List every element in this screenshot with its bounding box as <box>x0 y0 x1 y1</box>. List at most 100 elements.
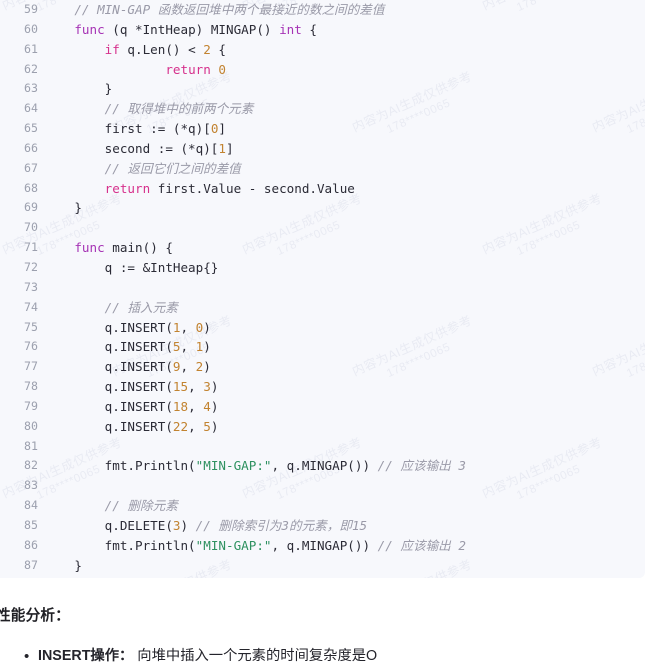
code-token-num: 15 <box>172 379 189 395</box>
code-token-num: 22 <box>172 418 189 434</box>
code-token-plain: () { <box>142 240 173 256</box>
code-token-ret: return <box>165 61 211 77</box>
code-line-content: q.DELETE(3) // 删除索引为3的元素，即15 <box>38 516 367 536</box>
code-token-plain: } <box>44 200 82 216</box>
code-token-plain: , <box>188 418 204 434</box>
code-line: 86 fmt.Println("MIN-GAP:", q.MINGAP()) /… <box>0 536 645 556</box>
code-line: 62 return 0 <box>0 60 645 80</box>
line-number: 64 <box>24 101 38 116</box>
line-number: 84 <box>24 498 38 513</box>
code-token-plain: , <box>188 379 204 395</box>
code-token-ret: return <box>104 180 151 196</box>
code-line: 70 <box>0 218 645 238</box>
line-number: 73 <box>24 279 38 294</box>
code-line-content: } <box>38 79 113 99</box>
code-line-content: q.INSERT(18, 4) <box>38 397 219 417</box>
code-line: 75 q.INSERT(1, 0) <box>0 318 645 338</box>
code-line: 71 func main() { <box>0 238 645 258</box>
code-token-kw: func <box>74 240 105 256</box>
code-token-plain: (q *IntHeap) MINGAP() <box>104 21 280 37</box>
code-token-plain: fmt.Println( <box>44 458 196 474</box>
code-line-content: q.INSERT(22, 5) <box>38 417 219 437</box>
code-token-plain: , <box>180 339 196 355</box>
code-line-content: fmt.Println("MIN-GAP:", q.MINGAP()) // 应… <box>38 536 466 556</box>
code-token-num: 18 <box>172 398 189 414</box>
code-token-plain: fmt.Println( <box>44 537 196 553</box>
code-line: 61 if q.Len() < 2 { <box>0 40 645 60</box>
line-number: 63 <box>24 81 38 96</box>
code-token-plain: , <box>180 319 196 335</box>
bullet-marker-icon: • <box>24 648 30 665</box>
code-token-plain: ) <box>203 359 211 375</box>
code-line: 83 <box>0 476 645 496</box>
line-number: 82 <box>24 458 38 473</box>
code-token-num: 9 <box>172 359 181 375</box>
code-line: 60 func (q *IntHeap) MINGAP() int { <box>0 20 645 40</box>
code-line: 65 first := (*q)[0] <box>0 119 645 139</box>
code-token-cmt: // 删除索引为3的元素，即15 <box>195 517 368 533</box>
code-token-plain: ) <box>180 517 196 533</box>
list-item-text: INSERT操作： 向堆中插入一个元素的时间复杂度是O <box>38 646 665 667</box>
code-token-num: 3 <box>172 517 181 533</box>
code-line: 69 } <box>0 198 645 218</box>
line-number: 79 <box>24 398 38 413</box>
performance-bullet-list: • INSERT操作： 向堆中插入一个元素的时间复杂度是O <box>0 646 665 667</box>
list-item-term: INSERT操作： <box>38 648 134 664</box>
code-token-cmt: // 插入元素 <box>104 299 178 315</box>
code-token-plain: ] <box>218 121 226 137</box>
line-number: 74 <box>24 299 38 314</box>
line-number: 62 <box>24 61 38 76</box>
list-item-description: 向堆中插入一个元素的时间复杂度是O <box>133 648 378 664</box>
code-token-plain: q.INSERT( <box>44 418 173 434</box>
code-token-num: 4 <box>203 398 211 414</box>
code-token-plain: } <box>44 557 82 573</box>
code-line: 59 // MIN-GAP 函数返回堆中两个最接近的数之间的差值 <box>0 0 645 20</box>
code-line: 84 // 删除元素 <box>0 496 645 516</box>
code-token-plain: q := &IntHeap{} <box>44 259 219 275</box>
code-token-plain: ] <box>225 140 234 156</box>
code-token-kw: func <box>74 21 105 37</box>
code-line-content: // MIN-GAP 函数返回堆中两个最接近的数之间的差值 <box>38 0 384 20</box>
code-line-content: // 插入元素 <box>38 298 178 318</box>
code-line-content: // 返回它们之间的差值 <box>38 159 241 179</box>
code-line: 79 q.INSERT(18, 4) <box>0 397 645 417</box>
code-line-content: func (q *IntHeap) MINGAP() int { <box>38 20 317 40</box>
code-line-content: fmt.Println("MIN-GAP:", q.MINGAP()) // 应… <box>38 456 466 476</box>
code-line-content: if q.Len() < 2 { <box>38 40 226 60</box>
code-token-plain: , q.MINGAP()) <box>271 458 378 474</box>
code-line-content: q.INSERT(9, 2) <box>38 357 211 377</box>
code-line-content: q.INSERT(15, 3) <box>38 377 219 397</box>
code-block[interactable]: 内容为AI生成仅供参考 178****0065 内容为AI生成仅供参考 178****… <box>0 0 645 578</box>
code-token-num: 3 <box>203 379 211 395</box>
code-line: 85 q.DELETE(3) // 删除索引为3的元素，即15 <box>0 516 645 536</box>
code-token-fn: main <box>112 240 143 256</box>
code-line: 78 q.INSERT(15, 3) <box>0 377 645 397</box>
line-number: 85 <box>24 517 38 532</box>
line-number: 87 <box>24 557 38 572</box>
code-line: 80 q.INSERT(22, 5) <box>0 417 645 437</box>
line-number: 59 <box>24 2 38 16</box>
code-token-plain: q.INSERT( <box>44 319 173 335</box>
code-token-cmt: // 应该输出 2 <box>377 537 466 553</box>
code-token-num: 0 <box>218 61 227 77</box>
code-line: 76 q.INSERT(5, 1) <box>0 337 645 357</box>
code-line: 82 fmt.Println("MIN-GAP:", q.MINGAP()) /… <box>0 456 645 476</box>
code-line: 68 return first.Value - second.Value <box>0 179 645 199</box>
code-token-cmt: // 返回它们之间的差值 <box>104 160 241 176</box>
prose-section: 性能分析： • INSERT操作： 向堆中插入一个元素的时间复杂度是O <box>0 578 665 667</box>
code-token-num: 5 <box>203 418 211 434</box>
code-line-content: // 删除元素 <box>38 496 178 516</box>
code-token-str: "MIN-GAP:" <box>195 537 272 553</box>
code-token-cmt: // 应该输出 3 <box>377 458 466 474</box>
code-line-content: } <box>38 556 82 576</box>
code-token-plain: { <box>210 41 227 57</box>
code-listing[interactable]: 59 // MIN-GAP 函数返回堆中两个最接近的数之间的差值 60 func … <box>0 0 645 575</box>
code-token-plain: } <box>44 81 113 97</box>
code-token-plain: ) <box>210 379 219 395</box>
